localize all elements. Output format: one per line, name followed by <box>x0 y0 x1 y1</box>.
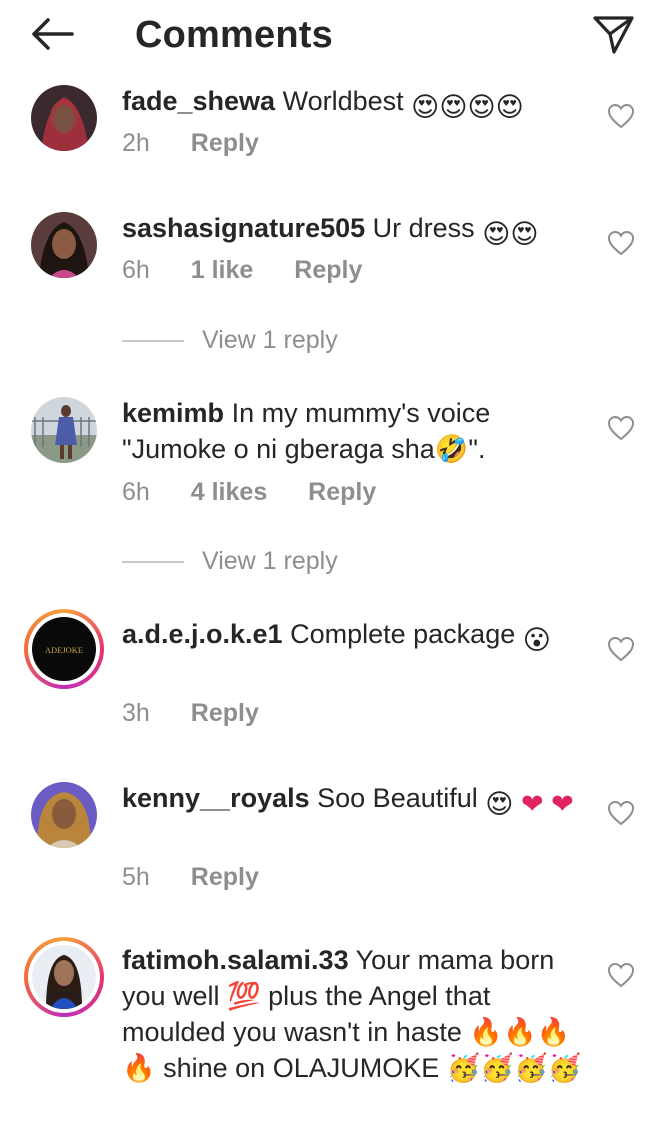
comment-text: sashasignature505 Ur dress 😍😍 <box>122 210 592 252</box>
comment-time: 5h <box>122 863 150 891</box>
page-title: Comments <box>135 14 333 56</box>
heart-outline-icon[interactable] <box>607 415 635 441</box>
view-replies-label: View 1 reply <box>202 547 338 575</box>
heart-outline-icon[interactable] <box>607 800 635 826</box>
comment-body: Worldbest <box>282 86 404 116</box>
comment-emojis: 😍 ❤ ❤ <box>485 789 574 819</box>
comment-body: Ur dress <box>372 213 475 243</box>
comment-emojis: 😍😍 <box>482 219 539 249</box>
avatar[interactable] <box>31 782 97 848</box>
heart-outline-icon[interactable] <box>607 103 635 129</box>
comment-username[interactable]: sashasignature505 <box>122 213 365 243</box>
comment-time: 6h <box>122 478 150 506</box>
heart-outline-icon[interactable] <box>607 230 635 256</box>
header-bar: Comments <box>0 0 672 72</box>
reply-divider <box>122 561 184 564</box>
reply-divider <box>122 340 184 343</box>
comment-username[interactable]: fade_shewa <box>122 86 275 116</box>
reply-button[interactable]: Reply <box>191 863 259 891</box>
avatar[interactable] <box>31 85 97 151</box>
comment-time: 3h <box>122 699 150 727</box>
avatar-story-ring[interactable]: ADEJOKE <box>24 609 104 689</box>
view-replies-label: View 1 reply <box>202 326 338 354</box>
paper-plane-icon <box>593 16 634 54</box>
comment-meta: 6h 4 likes Reply <box>122 476 410 508</box>
comment-username[interactable]: a.d.e.j.o.k.e1 <box>122 619 283 649</box>
likes-count[interactable]: 1 like <box>191 256 254 284</box>
comment-username[interactable]: fatimoh.salami.33 <box>122 945 349 975</box>
comment-emojis: 😮 <box>522 625 551 655</box>
comment-text: a.d.e.j.o.k.e1 Complete package 😮 <box>122 616 592 658</box>
comment-text: fatimoh.salami.33 Your mama born you wel… <box>122 942 592 1086</box>
comment-meta: 5h Reply <box>122 861 293 893</box>
comment-body: Complete package <box>290 619 516 649</box>
reply-button[interactable]: Reply <box>308 478 376 506</box>
heart-outline-icon[interactable] <box>607 636 635 662</box>
reply-button[interactable]: Reply <box>191 129 259 157</box>
comment-text: kemimb In my mummy's voice "Jumoke o ni … <box>122 395 592 467</box>
reply-button[interactable]: Reply <box>191 699 259 727</box>
avatar-story-ring[interactable] <box>24 937 104 1017</box>
comment-meta: 3h Reply <box>122 697 293 729</box>
share-button[interactable] <box>590 10 636 56</box>
likes-count[interactable]: 4 likes <box>191 478 267 506</box>
comment-time: 6h <box>122 256 150 284</box>
avatar <box>32 945 96 1009</box>
comment-time: 2h <box>122 129 150 157</box>
reply-button[interactable]: Reply <box>294 256 362 284</box>
comment-meta: 6h 1 like Reply <box>122 254 396 286</box>
back-button[interactable] <box>28 12 78 56</box>
heart-outline-icon[interactable] <box>607 962 635 988</box>
view-replies-button[interactable]: View 1 reply <box>122 545 338 577</box>
comment-text: fade_shewa Worldbest 😍😍😍😍 <box>122 83 592 125</box>
arrow-left-icon <box>32 18 74 50</box>
avatar[interactable] <box>31 397 97 463</box>
comment-username[interactable]: kenny__royals <box>122 783 310 813</box>
comment-text: kenny__royals Soo Beautiful 😍 ❤ ❤ <box>122 780 592 822</box>
comment-emojis: 😍😍😍😍 <box>411 92 524 122</box>
comment-username[interactable]: kemimb <box>122 398 224 428</box>
avatar[interactable] <box>31 212 97 278</box>
avatar-logo-text: ADEJOKE <box>45 645 83 655</box>
view-replies-button[interactable]: View 1 reply <box>122 324 338 356</box>
comment-body: Soo Beautiful <box>317 783 478 813</box>
avatar: ADEJOKE <box>32 617 96 681</box>
comment-meta: 2h Reply <box>122 127 293 159</box>
